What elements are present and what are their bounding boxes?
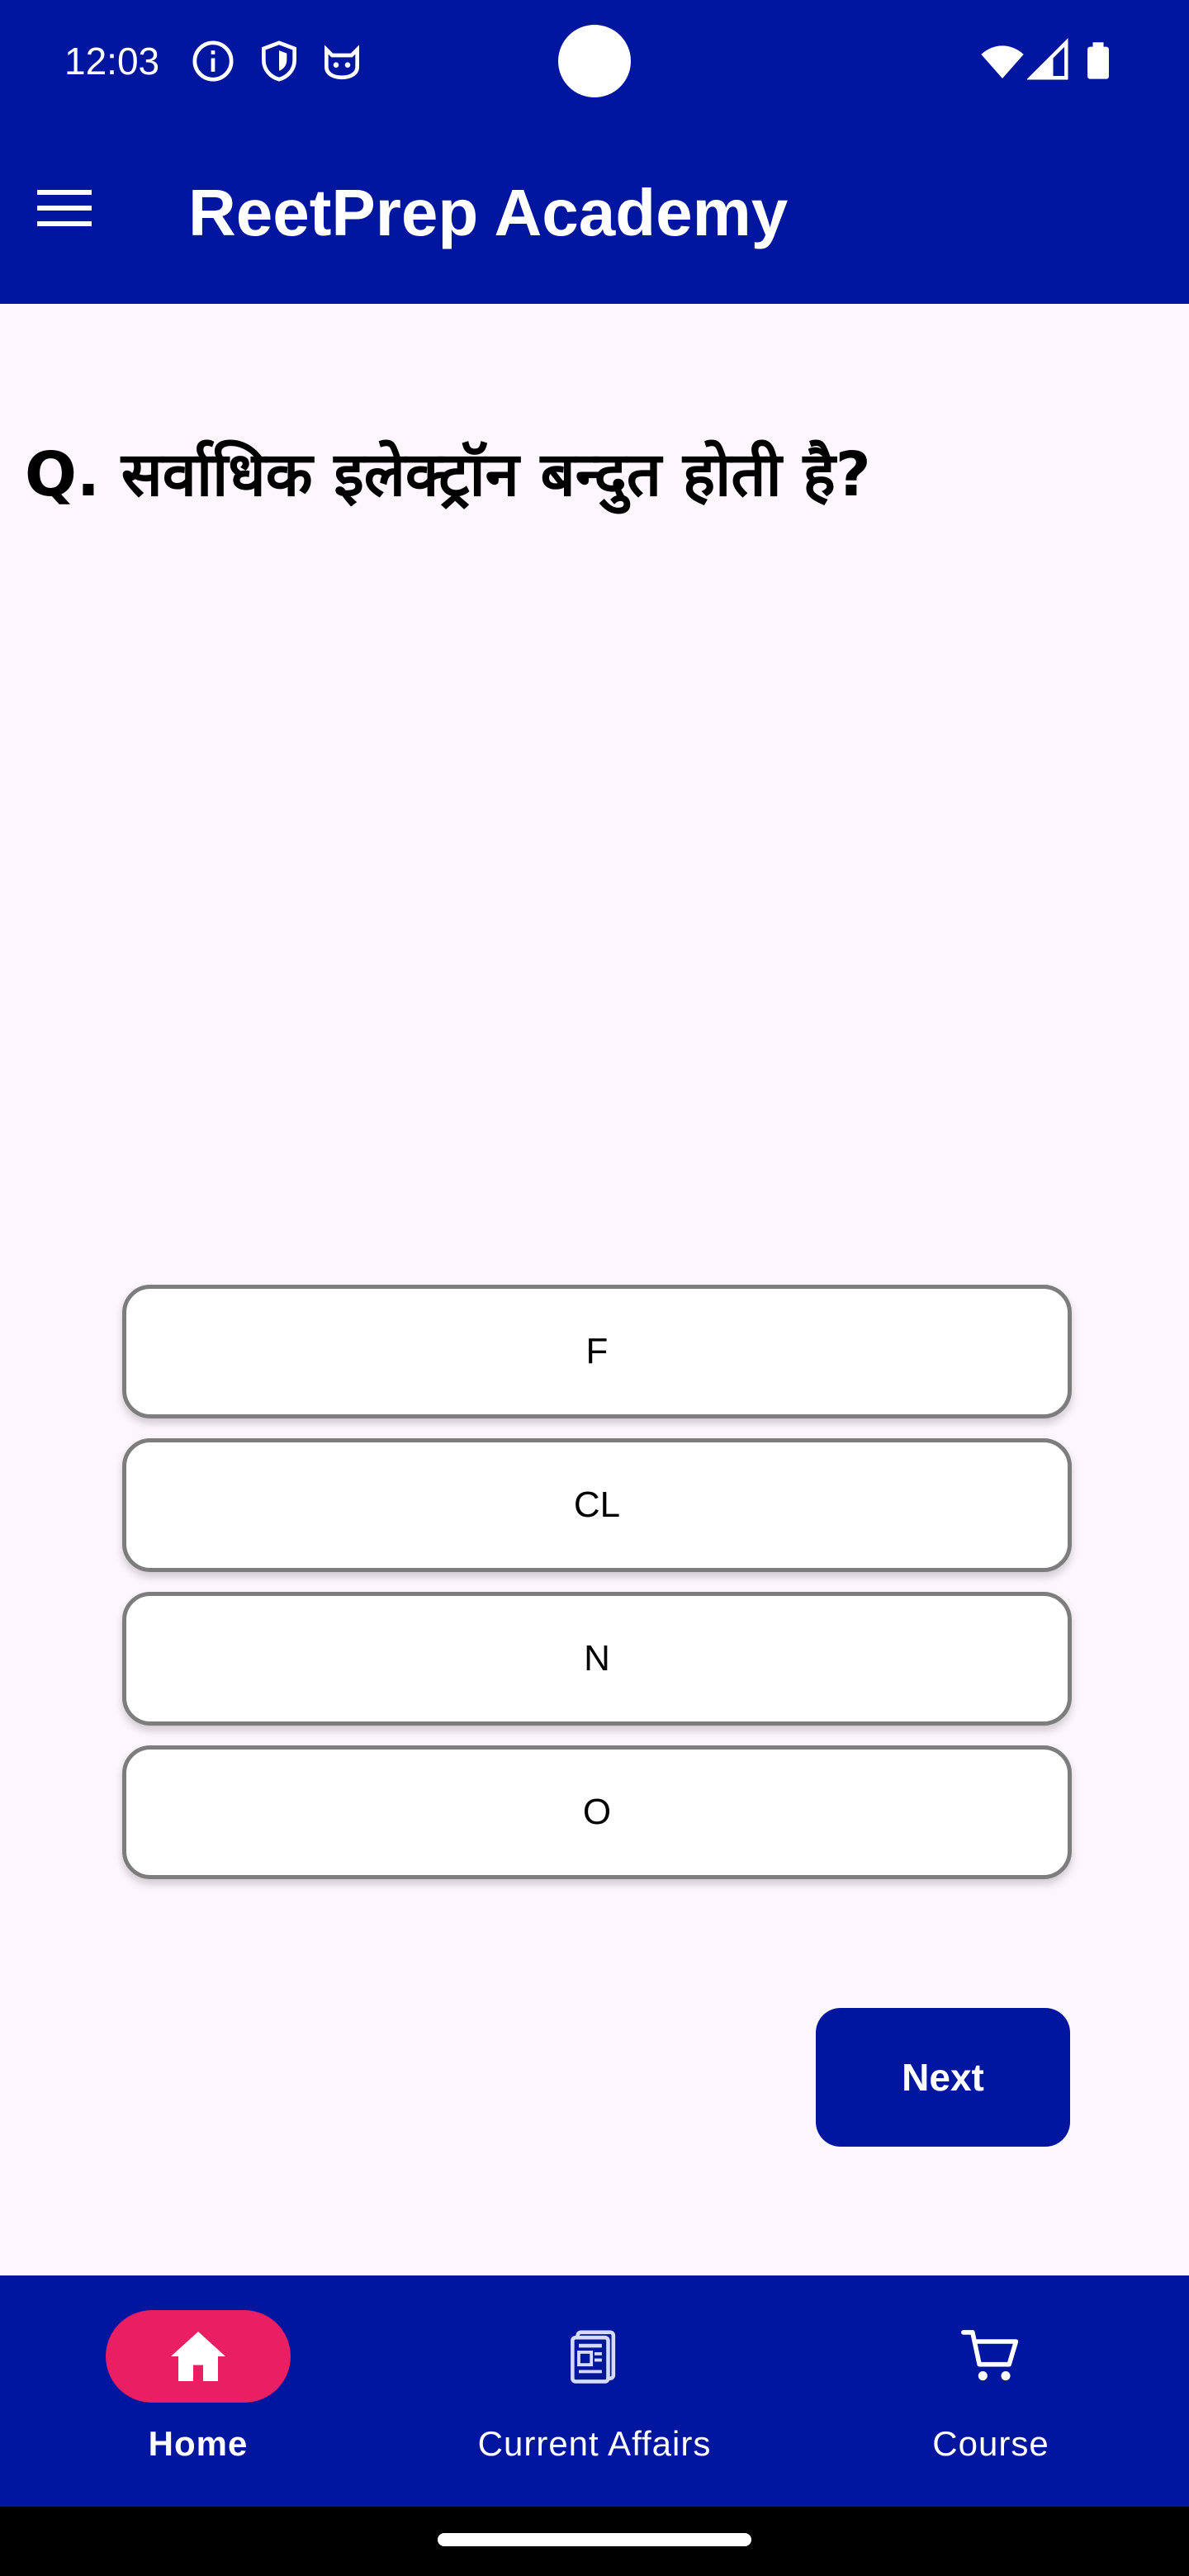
next-button[interactable]: Next [816, 2008, 1070, 2147]
nav-label-current-affairs: Current Affairs [477, 2424, 712, 2463]
battery-icon [1087, 42, 1109, 79]
wifi-icon [981, 45, 1024, 78]
quiz-screen: 12:03 ReetPrep Academy Q. सर्वाधिक इलेक्… [0, 0, 1189, 2576]
question-text: Q. सर्वाधिक इलेक्ट्रॉन बन्दुत होती है? [25, 439, 871, 510]
nav-label-home: Home [148, 2424, 249, 2463]
nav-item-home[interactable]: Home [0, 2275, 396, 2507]
newspaper-icon [571, 2330, 616, 2384]
option-button-4[interactable]: O [122, 1745, 1072, 1879]
camera-cutout [558, 25, 631, 97]
gesture-home-pill[interactable] [438, 2533, 751, 2546]
option-button-3[interactable]: N [122, 1592, 1072, 1726]
cat-icon [324, 45, 359, 80]
app-title: ReetPrep Academy [188, 176, 789, 249]
menu-button[interactable] [25, 168, 104, 248]
nav-item-current-affairs[interactable]: Current Affairs [396, 2275, 793, 2507]
shield-icon [262, 40, 296, 82]
info-icon [192, 40, 234, 82]
status-time: 12:03 [64, 40, 160, 83]
system-navigation-bar [0, 2507, 1189, 2576]
nav-active-indicator [106, 2310, 291, 2403]
bottom-navigation: Home Current Affairs Course [0, 2275, 1189, 2507]
nav-item-course[interactable]: Course [793, 2275, 1189, 2507]
status-bar: 12:03 [0, 0, 1189, 122]
nav-label-course: Course [932, 2424, 1049, 2463]
home-icon [171, 2332, 225, 2381]
option-button-2[interactable]: CL [122, 1438, 1072, 1572]
signal-icon [1027, 38, 1068, 80]
hamburger-menu-icon [37, 190, 92, 226]
app-bar: ReetPrep Academy [0, 122, 1189, 304]
option-button-1[interactable]: F [122, 1285, 1072, 1418]
cart-icon [961, 2330, 1019, 2381]
